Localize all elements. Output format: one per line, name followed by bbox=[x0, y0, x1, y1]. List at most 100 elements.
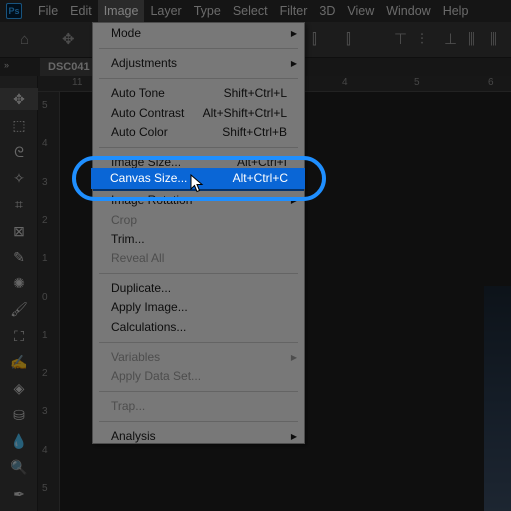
menu-item-label: Analysis bbox=[111, 429, 156, 444]
crop-tool-icon[interactable]: ⌗ bbox=[0, 193, 38, 215]
move-tool-icon[interactable]: ✥ bbox=[0, 88, 38, 110]
align-middle-icon[interactable]: ⫶ bbox=[420, 22, 424, 58]
menu-file[interactable]: File bbox=[32, 0, 64, 22]
magic-wand-tool-icon[interactable]: ✧ bbox=[0, 167, 38, 189]
menu-item-trap: Trap... bbox=[93, 397, 304, 416]
menu-item-shortcut: Shift+Ctrl+B bbox=[222, 124, 287, 139]
blur-tool-icon[interactable]: 💧 bbox=[0, 430, 38, 452]
menu-item-auto-tone[interactable]: Auto Tone Shift+Ctrl+L bbox=[93, 84, 304, 103]
menu-item-label: Apply Image... bbox=[111, 300, 188, 315]
mouse-pointer-icon bbox=[190, 174, 204, 193]
ruler-tick-label: 2 bbox=[42, 214, 48, 226]
menu-help[interactable]: Help bbox=[437, 0, 475, 22]
menu-item-duplicate[interactable]: Duplicate... bbox=[93, 279, 304, 298]
menu-item-label: Auto Contrast bbox=[111, 105, 185, 120]
submenu-arrow-icon: ▶ bbox=[290, 59, 297, 69]
paint-bucket-tool-icon[interactable]: ⛁ bbox=[0, 404, 38, 426]
menu-item-analysis[interactable]: Analysis ▶ bbox=[93, 427, 304, 446]
menu-type[interactable]: Type bbox=[188, 0, 227, 22]
menu-item-label: Trap... bbox=[111, 399, 146, 414]
marquee-tool-icon[interactable]: ⬚ bbox=[0, 114, 38, 136]
menu-edit[interactable]: Edit bbox=[64, 0, 98, 22]
eraser-tool-icon[interactable]: ◈ bbox=[0, 377, 38, 399]
collapse-panel-icon[interactable]: » bbox=[4, 58, 9, 72]
distribute-icon[interactable]: ⫼ bbox=[490, 22, 497, 58]
menu-image[interactable]: Image bbox=[97, 0, 145, 22]
menu-item-auto-contrast[interactable]: Auto Contrast Alt+Shift+Ctrl+L bbox=[93, 104, 304, 123]
ruler-tick-label: 1 bbox=[42, 329, 48, 341]
menu-item-label: Crop bbox=[111, 212, 138, 227]
vertical-ruler: 5 4 3 2 1 0 1 2 3 4 5 bbox=[38, 92, 60, 511]
menu-item-label: Duplicate... bbox=[111, 281, 172, 296]
pen-tool-icon[interactable]: ✒ bbox=[0, 483, 38, 505]
menu-item-auto-color[interactable]: Auto Color Shift+Ctrl+B bbox=[93, 123, 304, 142]
history-brush-tool-icon[interactable]: ✍ bbox=[0, 351, 38, 373]
submenu-arrow-icon: ▶ bbox=[290, 432, 297, 442]
menu-separator bbox=[99, 48, 298, 50]
brush-tool-icon[interactable]: 🖌 bbox=[0, 298, 38, 320]
menu-item-label: Variables bbox=[111, 349, 161, 364]
menu-item-label: Auto Color bbox=[111, 124, 168, 139]
align-top-icon[interactable]: ⊤ bbox=[394, 22, 407, 58]
menu-item-adjustments[interactable]: Adjustments ▶ bbox=[93, 54, 304, 73]
menu-item-label: Adjustments bbox=[111, 56, 178, 71]
ruler-tick-label: 11 bbox=[72, 77, 83, 88]
ruler-tick-label: 3 bbox=[42, 406, 48, 418]
document-image[interactable] bbox=[484, 286, 511, 511]
submenu-arrow-icon: ▶ bbox=[290, 29, 297, 38]
ruler-tick-label: 4 bbox=[342, 77, 348, 88]
ruler-tick-label: 2 bbox=[42, 368, 48, 380]
ruler-tick-label: 4 bbox=[42, 444, 48, 456]
align-icon[interactable]: ⫿ bbox=[346, 22, 351, 58]
home-icon[interactable]: ⌂ bbox=[20, 22, 29, 58]
menu-item-label: Reveal All bbox=[111, 251, 165, 265]
photoshop-logo-icon: Ps bbox=[6, 3, 22, 19]
menu-filter[interactable]: Filter bbox=[274, 0, 314, 22]
menu-item-shortcut: Shift+Ctrl+L bbox=[223, 86, 287, 101]
document-tab[interactable]: DSC041 bbox=[40, 58, 92, 76]
menu-separator bbox=[99, 78, 298, 80]
ruler-tick-label: 3 bbox=[42, 176, 48, 188]
ruler-tick-label: 5 bbox=[42, 483, 48, 494]
menu-item-label: Mode bbox=[111, 26, 142, 40]
ruler-tick-label: 5 bbox=[42, 100, 48, 111]
menu-item-apply-data-set: Apply Data Set... bbox=[93, 367, 304, 386]
menu-separator bbox=[99, 341, 298, 343]
menu-item-label: Calculations... bbox=[111, 319, 187, 334]
menu-item-shortcut: Alt+Shift+Ctrl+L bbox=[202, 105, 287, 120]
tools-panel: ✥ ⬚ ᘓ ✧ ⌗ ⊠ ✎ ✺ 🖌 ⛶ ✍ ◈ ⛁ 💧 🔍 ✒ bbox=[0, 76, 38, 511]
menu-window[interactable]: Window bbox=[380, 0, 436, 22]
menu-view[interactable]: View bbox=[341, 0, 380, 22]
ruler-tick-label: 0 bbox=[42, 291, 48, 303]
eyedropper-tool-icon[interactable]: ✎ bbox=[0, 246, 38, 268]
menu-item-label: Auto Tone bbox=[111, 86, 165, 101]
menu-separator bbox=[99, 273, 298, 275]
distribute-icon[interactable]: ⫼ bbox=[468, 22, 475, 58]
menu-separator bbox=[99, 421, 298, 423]
menu-select[interactable]: Select bbox=[227, 0, 274, 22]
menu-separator bbox=[99, 147, 298, 148]
ruler-tick-label: 5 bbox=[414, 77, 420, 88]
clone-stamp-tool-icon[interactable]: ⛶ bbox=[0, 325, 38, 347]
frame-tool-icon[interactable]: ⊠ bbox=[0, 220, 38, 242]
menu-item-variables: Variables ▶ bbox=[93, 348, 304, 367]
menu-layer[interactable]: Layer bbox=[144, 0, 187, 22]
menu-3d[interactable]: 3D bbox=[313, 0, 341, 22]
menu-item-mode[interactable]: Mode ▶ bbox=[93, 24, 304, 43]
dodge-tool-icon[interactable]: 🔍 bbox=[0, 456, 38, 478]
spot-healing-tool-icon[interactable]: ✺ bbox=[0, 272, 38, 294]
ruler-tick-label: 4 bbox=[42, 138, 48, 150]
menu-item-label: Trim... bbox=[111, 231, 145, 246]
menu-separator bbox=[99, 391, 298, 393]
move-options-icon[interactable]: ✥ bbox=[62, 22, 75, 58]
lasso-tool-icon[interactable]: ᘓ bbox=[0, 141, 38, 163]
align-bottom-icon[interactable]: ⊥ bbox=[444, 22, 457, 58]
menu-item-calculations[interactable]: Calculations... bbox=[93, 318, 304, 337]
menu-item-apply-image[interactable]: Apply Image... bbox=[93, 298, 304, 317]
menu-item-reveal-all: Reveal All bbox=[93, 249, 304, 268]
align-icon[interactable]: ⫿ bbox=[312, 22, 317, 58]
submenu-arrow-icon: ▶ bbox=[290, 352, 297, 362]
menu-bar: Ps File Edit Image Layer Type Select Filter 3D V… bbox=[0, 0, 511, 22]
ruler-tick-label: 1 bbox=[42, 253, 48, 265]
menu-item-trim[interactable]: Trim... bbox=[93, 230, 304, 249]
